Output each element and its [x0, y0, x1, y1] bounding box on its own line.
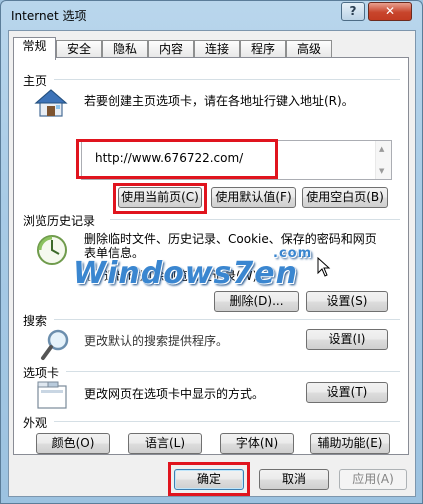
appearance-group-divider	[54, 421, 400, 422]
search-group-divider	[54, 319, 400, 320]
mouse-cursor-icon	[317, 257, 331, 277]
ok-highlight-box	[168, 462, 250, 496]
title-bar: Internet 选项 ? ✕	[1, 1, 422, 31]
clock-icon	[37, 235, 67, 265]
search-description: 更改默认的搜索提供程序。	[84, 334, 229, 348]
home-group-label: 主页	[23, 74, 48, 88]
history-group-label: 浏览历史记录	[23, 214, 96, 228]
use-default-button[interactable]: 使用默认值(F)	[211, 187, 296, 208]
url-scrollbar[interactable]: ▲ ▼	[375, 141, 391, 179]
history-settings-button[interactable]: 设置(S)	[306, 291, 388, 312]
history-group-divider	[110, 219, 400, 220]
use-current-highlight-box	[113, 183, 207, 214]
house-icon	[34, 89, 68, 117]
window-title: Internet 选项	[11, 9, 87, 23]
appearance-group-label: 外观	[23, 416, 48, 430]
fonts-button[interactable]: 字体(N)	[220, 433, 294, 454]
tabs-description: 更改网页在选项卡中显示的方式。	[84, 387, 265, 401]
delete-history-button[interactable]: 删除(D)...	[214, 291, 299, 312]
cancel-button[interactable]: 取消	[259, 469, 329, 490]
help-button[interactable]: ?	[341, 2, 365, 21]
close-button[interactable]: ✕	[368, 2, 412, 21]
general-tab-panel: 主页 若要创建主页选项卡，请在各地址行键入地址(R)。 http://www.6…	[13, 57, 409, 455]
tab-general[interactable]: 常规	[13, 37, 56, 60]
accessibility-button[interactable]: 辅助功能(E)	[310, 433, 390, 454]
search-group-label: 搜索	[23, 314, 48, 328]
search-settings-button[interactable]: 设置(I)	[306, 329, 388, 350]
magnifier-icon	[41, 329, 69, 360]
scroll-up-icon[interactable]: ▲	[379, 145, 384, 153]
apply-button[interactable]: 应用(A)	[339, 469, 407, 490]
internet-options-window: Internet 选项 ? ✕ 常规 安全 隐私 内容 连接 程序 高级 主页 …	[0, 0, 423, 504]
scroll-down-icon[interactable]: ▼	[379, 167, 384, 175]
languages-button[interactable]: 语言(L)	[128, 433, 202, 454]
tabs-group-divider	[66, 371, 400, 372]
tabs-group-label: 选项卡	[23, 366, 60, 380]
dialog-client-area: 常规 安全 隐私 内容 连接 程序 高级 主页 若要创建主页选项卡，请在各地址行…	[8, 30, 416, 497]
home-description: 若要创建主页选项卡，请在各地址行键入地址(R)。	[84, 94, 354, 108]
delete-on-exit-checkbox[interactable]	[88, 269, 100, 281]
delete-on-exit-label[interactable]: 退出时删除浏览历史记录(W)	[104, 267, 257, 284]
colors-button[interactable]: 颜色(O)	[36, 433, 110, 454]
home-group-divider	[54, 79, 400, 80]
url-highlight-box	[76, 139, 278, 179]
tabs-settings-button[interactable]: 设置(T)	[306, 382, 388, 403]
use-blank-button[interactable]: 使用空白页(B)	[302, 187, 388, 208]
history-description-2: 表单信息。	[84, 246, 145, 260]
tabs-icon	[37, 381, 67, 409]
